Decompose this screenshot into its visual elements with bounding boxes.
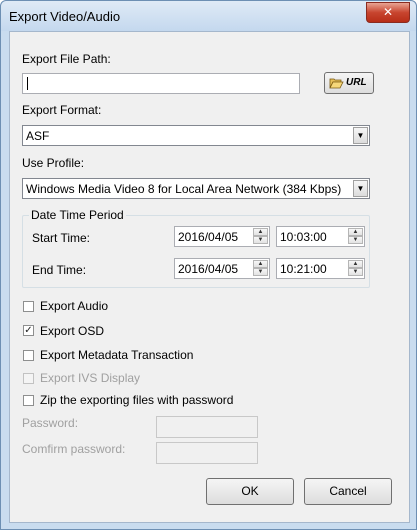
use-profile-value: Windows Media Video 8 for Local Area Net… bbox=[26, 182, 342, 196]
title-bar[interactable]: Export Video/Audio ✕ bbox=[1, 1, 416, 31]
export-ivs-checkbox bbox=[23, 373, 34, 384]
chevron-down-icon[interactable]: ▼ bbox=[353, 127, 368, 144]
start-time-spinner[interactable]: ▲ ▼ bbox=[348, 228, 363, 245]
export-osd-checkbox[interactable]: ✓ bbox=[23, 325, 34, 336]
browse-url-button[interactable]: URL bbox=[324, 72, 374, 94]
zip-password-checkbox[interactable] bbox=[23, 395, 34, 406]
end-date-value: 2016/04/05 bbox=[178, 262, 239, 276]
spin-up-icon[interactable]: ▲ bbox=[253, 260, 268, 268]
chevron-down-icon[interactable]: ▼ bbox=[353, 180, 368, 197]
spin-up-icon[interactable]: ▲ bbox=[348, 228, 363, 236]
export-format-label: Export Format: bbox=[22, 103, 102, 117]
text-caret bbox=[27, 77, 28, 90]
spin-down-icon[interactable]: ▼ bbox=[348, 268, 363, 276]
export-format-value: ASF bbox=[26, 129, 50, 143]
export-metadata-label[interactable]: Export Metadata Transaction bbox=[40, 348, 193, 362]
confirm-password-input bbox=[156, 442, 258, 464]
start-time-value: 10:03:00 bbox=[280, 230, 327, 244]
export-video-audio-dialog: Export Video/Audio ✕ Export File Path: U… bbox=[0, 0, 417, 530]
password-input bbox=[156, 416, 258, 438]
export-metadata-checkbox[interactable] bbox=[23, 350, 34, 361]
export-ivs-label: Export IVS Display bbox=[40, 371, 141, 385]
dialog-body: Export File Path: URL Export Format: ASF… bbox=[9, 31, 410, 523]
end-time-spinner[interactable]: ▲ ▼ bbox=[348, 260, 363, 277]
end-date-picker[interactable]: 2016/04/05 ▲ ▼ bbox=[174, 258, 270, 279]
spin-up-icon[interactable]: ▲ bbox=[348, 260, 363, 268]
date-time-period-title: Date Time Period bbox=[29, 208, 126, 222]
end-time-picker[interactable]: 10:21:00 ▲ ▼ bbox=[276, 258, 365, 279]
window-title: Export Video/Audio bbox=[9, 9, 121, 24]
url-label: URL bbox=[346, 77, 367, 88]
close-button[interactable]: ✕ bbox=[366, 2, 410, 23]
export-osd-label[interactable]: Export OSD bbox=[40, 324, 104, 338]
password-label: Password: bbox=[22, 416, 79, 430]
start-date-value: 2016/04/05 bbox=[178, 230, 239, 244]
spin-down-icon[interactable]: ▼ bbox=[253, 236, 268, 244]
end-time-label: End Time: bbox=[32, 263, 87, 277]
start-time-label: Start Time: bbox=[32, 231, 91, 245]
cancel-button[interactable]: Cancel bbox=[304, 478, 392, 505]
use-profile-select[interactable]: Windows Media Video 8 for Local Area Net… bbox=[22, 178, 370, 199]
checkmark-icon: ✓ bbox=[24, 325, 33, 336]
export-file-path-label: Export File Path: bbox=[22, 52, 111, 66]
use-profile-label: Use Profile: bbox=[22, 156, 85, 170]
end-time-value: 10:21:00 bbox=[280, 262, 327, 276]
export-format-select[interactable]: ASF ▼ bbox=[22, 125, 370, 146]
spin-down-icon[interactable]: ▼ bbox=[253, 268, 268, 276]
start-date-picker[interactable]: 2016/04/05 ▲ ▼ bbox=[174, 226, 270, 247]
export-audio-checkbox[interactable] bbox=[23, 301, 34, 312]
ok-button[interactable]: OK bbox=[206, 478, 294, 505]
end-date-spinner[interactable]: ▲ ▼ bbox=[253, 260, 268, 277]
zip-password-label[interactable]: Zip the exporting files with password bbox=[40, 393, 233, 407]
confirm-password-label: Comfirm password: bbox=[22, 442, 126, 456]
spin-down-icon[interactable]: ▼ bbox=[348, 236, 363, 244]
start-time-picker[interactable]: 10:03:00 ▲ ▼ bbox=[276, 226, 365, 247]
close-icon: ✕ bbox=[382, 5, 394, 19]
start-date-spinner[interactable]: ▲ ▼ bbox=[253, 228, 268, 245]
export-file-path-input[interactable] bbox=[22, 73, 300, 94]
folder-open-icon bbox=[329, 78, 344, 89]
spin-up-icon[interactable]: ▲ bbox=[253, 228, 268, 236]
export-audio-label[interactable]: Export Audio bbox=[40, 299, 108, 313]
